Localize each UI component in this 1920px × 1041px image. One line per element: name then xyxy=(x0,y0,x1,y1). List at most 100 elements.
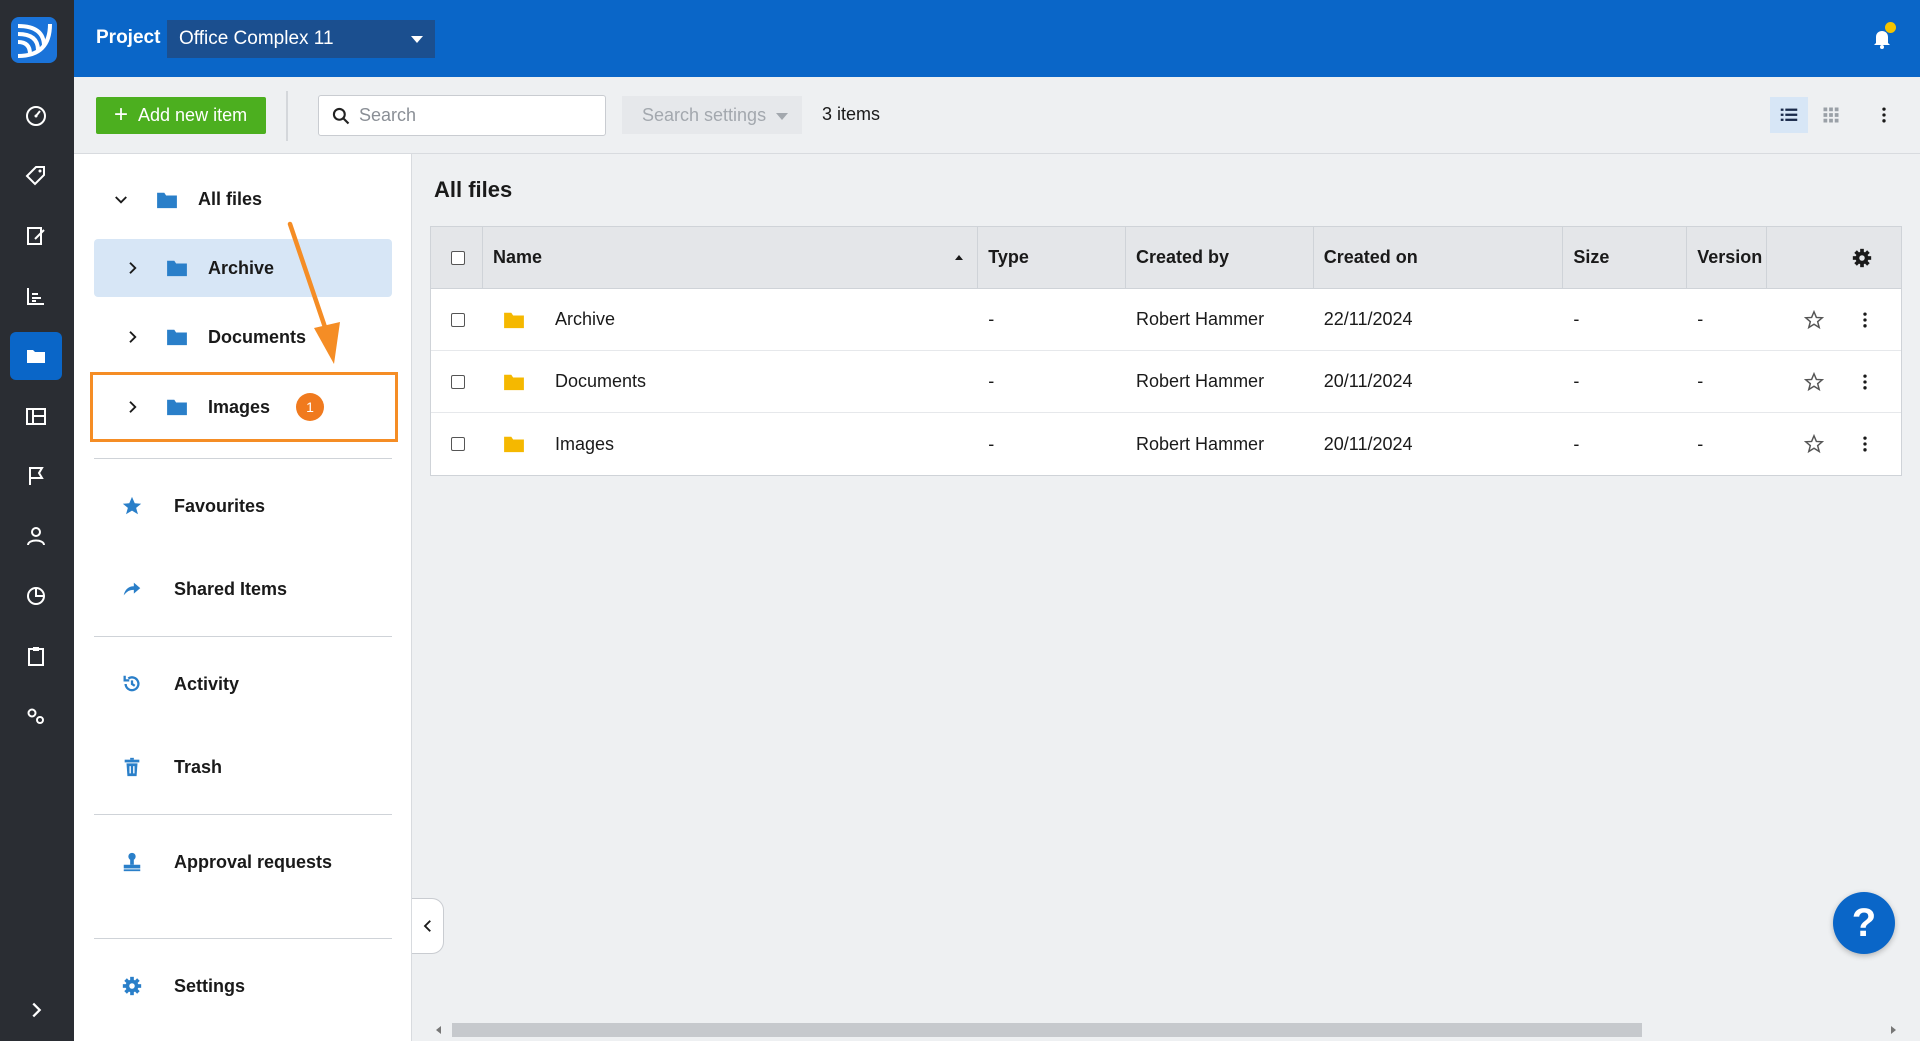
project-name: Office Complex 11 xyxy=(179,28,334,49)
rail-reports-button[interactable] xyxy=(10,272,62,320)
folder-icon xyxy=(504,436,524,453)
chevron-down-icon[interactable] xyxy=(112,191,130,209)
size-cell: - xyxy=(1573,433,1580,454)
more-vertical-icon[interactable] xyxy=(1855,310,1875,330)
chevron-left-icon xyxy=(423,920,431,932)
rail-admin-button[interactable] xyxy=(10,692,62,740)
select-all-cell xyxy=(431,227,483,288)
rail-issues-button[interactable] xyxy=(10,452,62,500)
folder-icon xyxy=(167,329,187,346)
column-header-type[interactable]: Type xyxy=(978,227,1127,288)
nav-activity[interactable]: Activity xyxy=(120,672,239,696)
dashboard-gauge-icon xyxy=(26,106,46,126)
app-logo[interactable] xyxy=(11,17,57,63)
star-outline-icon[interactable] xyxy=(1803,371,1825,393)
size-cell: - xyxy=(1573,371,1580,391)
row-check-cell xyxy=(431,289,483,350)
select-all-checkbox[interactable] xyxy=(451,250,465,265)
name-cell[interactable]: Images xyxy=(483,413,978,475)
stamp-icon xyxy=(120,850,144,874)
column-label: Created on xyxy=(1323,247,1418,267)
search-settings-dropdown[interactable]: Search settings xyxy=(622,96,802,134)
gear-icon[interactable] xyxy=(1851,247,1873,269)
rail-tags-button[interactable] xyxy=(10,152,62,200)
rail-files-button[interactable] xyxy=(10,332,62,380)
name-cell[interactable]: Archive xyxy=(483,289,978,350)
file-name[interactable]: Images xyxy=(555,434,614,455)
column-settings-cell xyxy=(1767,227,1901,288)
nav-approval-requests[interactable]: Approval requests xyxy=(120,850,332,874)
collapse-sidebar-button[interactable] xyxy=(412,898,444,954)
sidebar-separator xyxy=(94,636,392,637)
column-header-size[interactable]: Size xyxy=(1563,227,1688,288)
tree-label: Archive xyxy=(208,257,275,278)
row-checkbox[interactable] xyxy=(451,312,465,327)
chevron-right-icon[interactable] xyxy=(124,259,142,277)
column-header-created-on[interactable]: Created on xyxy=(1314,227,1564,288)
rail-edit-button[interactable] xyxy=(10,212,62,260)
horizontal-scrollbar[interactable] xyxy=(430,1022,1902,1038)
row-check-cell xyxy=(431,413,483,475)
file-name[interactable]: Archive xyxy=(555,309,615,330)
nav-label: Activity xyxy=(174,673,240,694)
nav-settings[interactable]: Settings xyxy=(120,974,245,998)
edit-document-icon xyxy=(27,227,45,245)
column-header-created-by[interactable]: Created by xyxy=(1126,227,1314,288)
table-row[interactable]: Archive - Robert Hammer 22/11/2024 - - xyxy=(431,289,1901,351)
type-cell: - xyxy=(988,433,995,454)
search-box xyxy=(318,95,606,136)
left-rail xyxy=(0,0,74,1041)
more-vertical-icon[interactable] xyxy=(1855,434,1875,454)
search-settings-label: Search settings xyxy=(642,104,767,125)
created-by-cell: Robert Hammer xyxy=(1136,309,1265,329)
column-header-version[interactable]: Version xyxy=(1687,227,1768,288)
scroll-right-icon[interactable] xyxy=(1891,1026,1896,1034)
rail-analytics-button[interactable] xyxy=(10,572,62,620)
tree-item-archive[interactable]: Archive xyxy=(94,239,392,297)
version-cell: - xyxy=(1697,371,1704,391)
nav-favourites[interactable]: Favourites xyxy=(120,494,265,518)
file-name[interactable]: Documents xyxy=(555,371,646,392)
tag-icon xyxy=(25,166,45,186)
scrollbar-thumb[interactable] xyxy=(452,1023,1642,1037)
created-on-cell: 20/11/2024 xyxy=(1323,433,1413,454)
nav-label: Shared Items xyxy=(174,578,288,599)
search-input[interactable] xyxy=(359,105,579,126)
table-row[interactable]: Documents - Robert Hammer 20/11/2024 - - xyxy=(431,351,1901,413)
star-outline-icon[interactable] xyxy=(1803,309,1825,331)
table-row[interactable]: Images - Robert Hammer 20/11/2024 - - xyxy=(431,413,1901,475)
nav-shared-items[interactable]: Shared Items xyxy=(120,577,287,601)
column-label: Version xyxy=(1697,247,1763,267)
toolbar-more-button[interactable] xyxy=(1872,97,1896,133)
chart-icon xyxy=(27,288,44,305)
star-icon xyxy=(120,494,144,518)
toolbar: + Add new item Search settings 3 items xyxy=(74,77,1920,154)
folder-icon xyxy=(167,260,187,277)
clipboard-icon xyxy=(28,647,44,666)
row-checkbox[interactable] xyxy=(451,374,465,389)
tree-item-documents[interactable]: Documents xyxy=(94,308,392,366)
grid-view-button[interactable] xyxy=(1812,97,1850,133)
created-by-cell: Robert Hammer xyxy=(1136,371,1265,391)
add-new-item-button[interactable]: + Add new item xyxy=(96,97,266,134)
name-cell[interactable]: Documents xyxy=(483,351,978,412)
row-checkbox[interactable] xyxy=(451,437,465,451)
tree-root-all-files[interactable]: All files xyxy=(112,189,262,210)
star-outline-icon[interactable] xyxy=(1803,433,1825,455)
more-vertical-icon[interactable] xyxy=(1855,372,1875,392)
scroll-left-icon[interactable] xyxy=(436,1026,441,1034)
nav-trash[interactable]: Trash xyxy=(120,755,222,779)
chevron-right-icon[interactable] xyxy=(124,328,142,346)
column-header-name[interactable]: Name xyxy=(483,227,979,288)
rail-users-button[interactable] xyxy=(10,512,62,560)
folder-icon xyxy=(27,350,45,363)
rail-dashboard-button[interactable] xyxy=(10,92,62,140)
rail-plans-button[interactable] xyxy=(10,392,62,440)
row-actions xyxy=(1767,351,1901,412)
help-button[interactable]: ? xyxy=(1833,892,1895,954)
type-cell: - xyxy=(988,371,995,391)
rail-clipboard-button[interactable] xyxy=(10,632,62,680)
rail-expand-button[interactable] xyxy=(10,986,62,1034)
list-view-button[interactable] xyxy=(1770,97,1808,133)
project-select[interactable]: Office Complex 11 xyxy=(167,20,435,58)
